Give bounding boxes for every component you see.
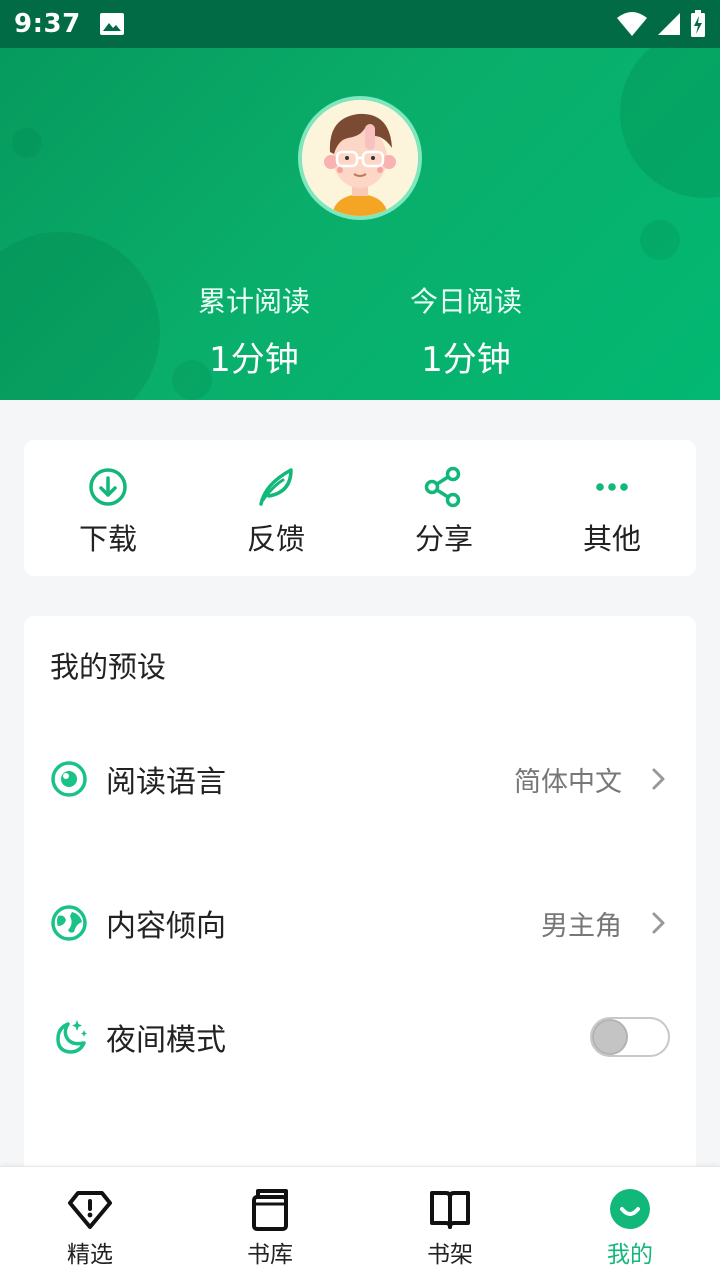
eye-icon — [51, 761, 87, 797]
globe-icon — [51, 905, 87, 941]
nav-item-bookshelf[interactable]: 书架 — [360, 1167, 540, 1280]
more-button[interactable]: 其他 — [528, 440, 696, 576]
decor-bubble — [640, 220, 680, 260]
action-label: 其他 — [582, 522, 641, 556]
decor-bubble — [0, 232, 160, 400]
nav-label: 精选 — [67, 1242, 113, 1268]
wifi-icon — [617, 12, 647, 36]
pref-label: 夜间模式 — [106, 1023, 226, 1058]
pref-label: 内容倾向 — [106, 909, 226, 944]
nav-label: 我的 — [607, 1242, 653, 1268]
status-icons — [616, 10, 706, 38]
download-button[interactable]: 下载 — [24, 440, 192, 576]
action-label: 分享 — [414, 522, 473, 556]
pref-label: 阅读语言 — [106, 765, 226, 800]
feather-icon — [259, 468, 293, 506]
avatar[interactable] — [298, 96, 422, 220]
toggle-knob — [592, 1019, 628, 1055]
download-icon — [89, 468, 127, 506]
nav-item-library[interactable]: 书库 — [180, 1167, 360, 1280]
stat-value: 1分钟 — [209, 340, 299, 380]
feedback-button[interactable]: 反馈 — [192, 440, 360, 576]
night-mode-row: 夜间模式 — [24, 1002, 696, 1072]
profile-header: 累计阅读 1分钟 今日阅读 1分钟 — [0, 48, 720, 400]
smile-icon — [610, 1189, 650, 1229]
nav-label: 书架 — [427, 1242, 473, 1268]
night-mode-toggle[interactable] — [590, 1017, 670, 1057]
diamond-icon — [68, 1191, 112, 1229]
open-book-icon — [430, 1191, 470, 1229]
status-bar: 9:37 — [0, 0, 720, 48]
action-label: 反馈 — [246, 522, 305, 556]
preferences-card: 我的预设 阅读语言 简体中文 内容倾向 男主角 夜间模式 — [24, 616, 696, 1176]
chevron-right-icon — [652, 768, 665, 790]
signal-icon — [658, 13, 680, 35]
quick-actions-card: 下载 反馈 分享 其他 — [24, 440, 696, 576]
image-notification-icon — [99, 13, 124, 35]
pref-value: 简体中文 — [514, 766, 622, 798]
decor-bubble — [620, 48, 720, 198]
more-icon — [596, 483, 628, 491]
stat-value: 1分钟 — [421, 340, 511, 380]
total-reading-stat: 累计阅读 1分钟 — [154, 280, 354, 381]
book-stack-icon — [252, 1189, 288, 1231]
stat-label: 今日阅读 — [409, 285, 522, 318]
today-reading-stat: 今日阅读 1分钟 — [366, 280, 566, 381]
pref-value: 男主角 — [541, 910, 622, 942]
action-label: 下载 — [78, 522, 137, 556]
chevron-right-icon — [652, 912, 665, 934]
battery-icon — [691, 10, 705, 37]
moon-icon — [56, 1020, 87, 1054]
bottom-navigation: 精选 书库 书架 我的 — [0, 1166, 720, 1280]
share-button[interactable]: 分享 — [360, 440, 528, 576]
nav-item-mine[interactable]: 我的 — [540, 1167, 720, 1280]
share-icon — [424, 466, 461, 508]
stat-label: 累计阅读 — [197, 285, 310, 318]
nav-item-featured[interactable]: 精选 — [0, 1167, 180, 1280]
reading-language-row[interactable]: 阅读语言 简体中文 — [24, 744, 696, 814]
preferences-title: 我的预设 — [50, 650, 167, 684]
status-time: 9:37 — [14, 9, 81, 39]
avatar-illustration — [302, 100, 418, 216]
content-preference-row[interactable]: 内容倾向 男主角 — [24, 888, 696, 958]
decor-bubble — [12, 128, 42, 158]
nav-label: 书库 — [247, 1242, 293, 1268]
